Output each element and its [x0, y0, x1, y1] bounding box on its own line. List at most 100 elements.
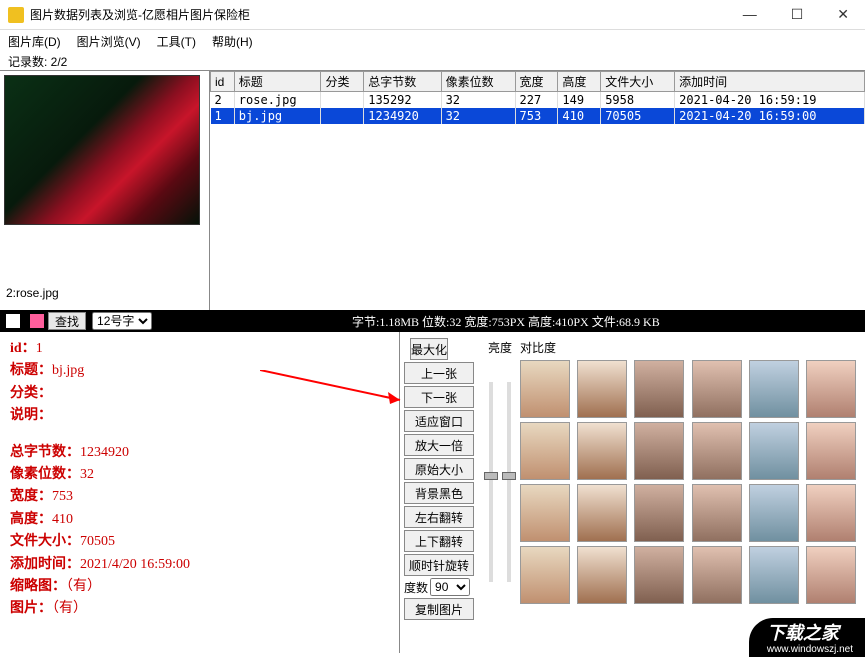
app-icon — [8, 7, 24, 23]
brightness-label: 亮度 — [488, 339, 512, 356]
color-swatch-white[interactable] — [6, 314, 20, 328]
watermark-name: 下载之家 — [767, 623, 839, 643]
thumbnail[interactable] — [749, 422, 799, 480]
contrast-slider[interactable] — [500, 358, 518, 606]
col-header[interactable]: id — [211, 72, 235, 92]
thumbnail[interactable] — [520, 422, 570, 480]
width-value: 753 — [52, 489, 73, 504]
table-cell — [321, 92, 364, 109]
rotate-cw-button[interactable]: 顺时针旋转 — [404, 554, 474, 576]
table-cell — [321, 108, 364, 124]
time-value: 2021/4/20 16:59:00 — [80, 557, 190, 572]
degree-label: 度数 — [404, 579, 428, 596]
thumbnail[interactable] — [520, 360, 570, 418]
original-size-button[interactable]: 原始大小 — [404, 458, 474, 480]
thumbnail[interactable] — [634, 360, 684, 418]
prev-button[interactable]: 上一张 — [404, 362, 474, 384]
fsize-label: 文件大小： — [10, 534, 80, 549]
copy-image-button[interactable]: 复制图片 — [404, 598, 474, 620]
bytes-value: 1234920 — [80, 445, 129, 460]
col-header[interactable]: 添加时间 — [675, 72, 865, 92]
table-cell: 32 — [441, 92, 515, 109]
table-cell: 32 — [441, 108, 515, 124]
cat-label: 分类： — [10, 386, 52, 401]
minimize-button[interactable]: — — [735, 4, 765, 25]
table-cell: bj.jpg — [234, 108, 321, 124]
font-size-select[interactable]: 12号字 — [92, 312, 152, 330]
window-title: 图片数据列表及浏览-亿愿相片图片保险柜 — [30, 6, 735, 23]
record-count: 记录数: 2/2 — [0, 52, 865, 70]
col-header[interactable]: 总字节数 — [364, 72, 441, 92]
color-swatch-pink[interactable] — [30, 314, 44, 328]
zoom-2x-button[interactable]: 放大一倍 — [404, 434, 474, 456]
close-button[interactable]: ✕ — [829, 4, 857, 25]
menu-help[interactable]: 帮助(H) — [212, 33, 253, 50]
thumbnail[interactable] — [806, 422, 856, 480]
find-button[interactable]: 查找 — [48, 312, 86, 330]
watermark-url: www.windowszj.net — [767, 644, 853, 655]
preview-image[interactable] — [4, 75, 200, 225]
thumbnail[interactable] — [692, 484, 742, 542]
table-cell: 70505 — [601, 108, 675, 124]
thumbnail[interactable] — [577, 484, 627, 542]
thumbnail[interactable] — [577, 422, 627, 480]
preview-caption: 2:rose.jpg — [0, 284, 209, 302]
time-label: 添加时间： — [10, 557, 80, 572]
thumbnail[interactable] — [692, 360, 742, 418]
thumbnail[interactable] — [577, 360, 627, 418]
menu-browse[interactable]: 图片浏览(V) — [77, 33, 141, 50]
table-row[interactable]: 2rose.jpg1352923222714959582021-04-20 16… — [211, 92, 865, 109]
id-value: 1 — [36, 341, 43, 356]
brightness-slider[interactable] — [482, 358, 500, 606]
title-value: bj.jpg — [52, 363, 84, 378]
table-cell: 5958 — [601, 92, 675, 109]
menu-library[interactable]: 图片库(D) — [8, 33, 61, 50]
maximize-button[interactable]: ☐ — [783, 4, 812, 25]
gallery-pane: 最大化 上一张 下一张 适应窗口 放大一倍 原始大小 背景黑色 左右翻转 上下翻… — [400, 332, 865, 653]
id-label: id： — [10, 341, 36, 356]
preview-pane: 2:rose.jpg — [0, 71, 210, 310]
title-label: 标题： — [10, 363, 52, 378]
table-cell: 149 — [558, 92, 601, 109]
col-header[interactable]: 宽度 — [515, 72, 558, 92]
data-table: id标题分类总字节数像素位数宽度高度文件大小添加时间 2rose.jpg1352… — [210, 71, 865, 124]
thumbnail[interactable] — [749, 484, 799, 542]
flip-h-button[interactable]: 左右翻转 — [404, 506, 474, 528]
col-header[interactable]: 文件大小 — [601, 72, 675, 92]
thumbnail[interactable] — [634, 546, 684, 604]
status-text: 字节:1.18MB 位数:32 宽度:753PX 高度:410PX 文件:68.… — [352, 313, 660, 330]
thumbnail[interactable] — [749, 546, 799, 604]
table-row[interactable]: 1bj.jpg123492032753410705052021-04-20 16… — [211, 108, 865, 124]
thumbnail[interactable] — [806, 484, 856, 542]
data-table-pane[interactable]: id标题分类总字节数像素位数宽度高度文件大小添加时间 2rose.jpg1352… — [210, 71, 865, 310]
thumbnail[interactable] — [520, 484, 570, 542]
thumbnail[interactable] — [634, 484, 684, 542]
col-header[interactable]: 分类 — [321, 72, 364, 92]
table-cell: 2 — [211, 92, 235, 109]
black-bg-button[interactable]: 背景黑色 — [404, 482, 474, 504]
col-header[interactable]: 高度 — [558, 72, 601, 92]
next-button[interactable]: 下一张 — [404, 386, 474, 408]
height-label: 高度： — [10, 512, 52, 527]
contrast-label: 对比度 — [520, 339, 556, 356]
fit-window-button[interactable]: 适应窗口 — [404, 410, 474, 432]
thumbnail[interactable] — [806, 546, 856, 604]
thumbnail[interactable] — [692, 546, 742, 604]
degree-select[interactable]: 90 — [430, 578, 470, 596]
thumbnail[interactable] — [634, 422, 684, 480]
thumbnail[interactable] — [749, 360, 799, 418]
menubar: 图片库(D) 图片浏览(V) 工具(T) 帮助(H) — [0, 30, 865, 52]
bytes-label: 总字节数： — [10, 445, 80, 460]
thumbnail[interactable] — [692, 422, 742, 480]
thumbnail[interactable] — [806, 360, 856, 418]
thumbnail[interactable] — [577, 546, 627, 604]
bits-value: 32 — [80, 467, 94, 482]
flip-v-button[interactable]: 上下翻转 — [404, 530, 474, 552]
maximize-view-button[interactable]: 最大化 — [410, 338, 448, 360]
menu-tools[interactable]: 工具(T) — [157, 33, 196, 50]
thumb-label: 缩略图： — [10, 579, 66, 594]
thumbnail[interactable] — [520, 546, 570, 604]
pic-value: （有） — [52, 601, 87, 616]
col-header[interactable]: 标题 — [234, 72, 321, 92]
col-header[interactable]: 像素位数 — [441, 72, 515, 92]
